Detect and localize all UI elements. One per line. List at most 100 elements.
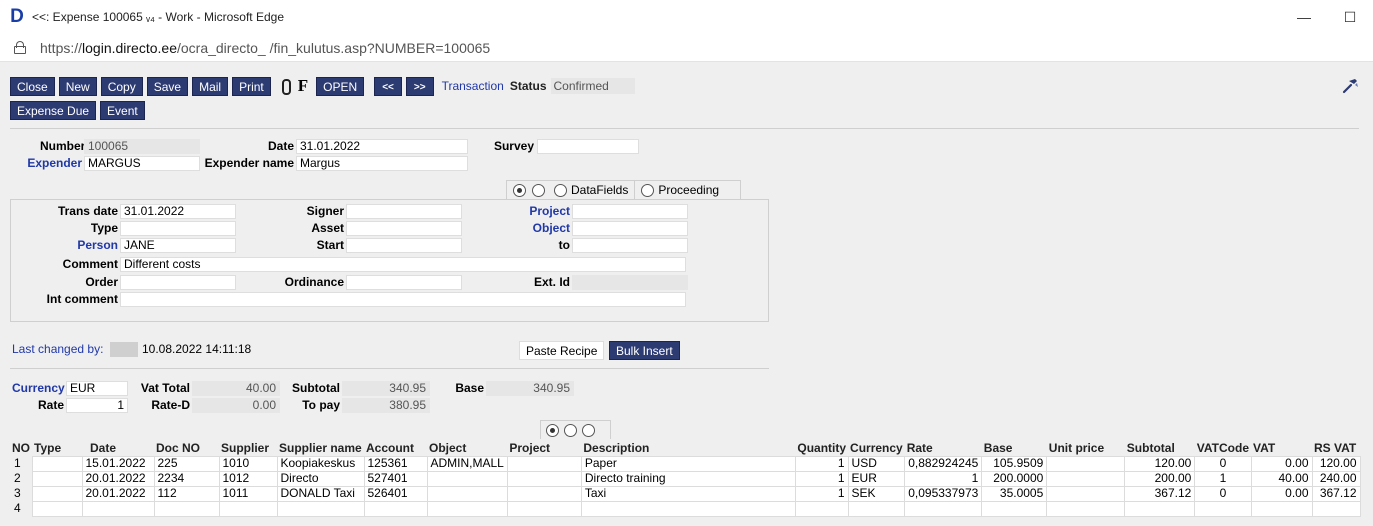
cell-currency[interactable]: SEK [847,485,906,502]
cell-supplier[interactable]: 1011 [218,485,278,502]
maximize-button[interactable]: ☐ [1327,0,1373,34]
ordinance-field[interactable] [346,275,462,290]
asset-field[interactable] [346,221,462,236]
cell-vat[interactable]: 0.00 [1250,485,1313,502]
cell-subtotal[interactable]: 367.12 [1124,485,1196,502]
cell-supplier-name[interactable]: Directo [276,470,365,487]
cell-unit-price[interactable] [1046,470,1126,487]
grid-view-radio-2[interactable] [564,423,577,437]
cell-supplier-name[interactable] [276,500,365,517]
project-field[interactable] [572,204,688,219]
cell-subtotal[interactable]: 120.00 [1124,455,1196,472]
order-field[interactable] [120,275,236,290]
cell-supplier-name[interactable]: DONALD Taxi [276,485,365,502]
cell-unit-price[interactable] [1046,500,1126,517]
cell-vat[interactable] [1250,500,1313,517]
cell-supplier-name[interactable]: Koopiakeskus [276,455,365,472]
start-field[interactable] [346,238,462,253]
cell-quantity[interactable]: 1 [794,485,849,502]
cell-vat[interactable]: 0.00 [1250,455,1313,472]
cell-type[interactable] [31,470,83,487]
cell-object[interactable] [426,485,508,502]
cell-rate[interactable]: 0,882924245 [904,455,983,472]
tab-radio-1[interactable] [513,183,526,197]
cell-account[interactable] [363,500,428,517]
minimize-button[interactable]: — [1281,0,1327,34]
cell-rs-vat[interactable]: 120.00 [1311,455,1361,472]
print-button[interactable]: Print [232,76,271,96]
event-button[interactable]: Event [100,101,145,120]
url-text[interactable]: https://login.directo.ee/ocra_directo_ /… [40,40,490,56]
cell-account[interactable]: 125361 [363,455,428,472]
trans-date-field[interactable]: 31.01.2022 [120,204,236,219]
date-field[interactable]: 31.01.2022 [296,139,468,154]
project-label[interactable]: Project [480,204,570,219]
cell-subtotal[interactable]: 200.00 [1124,470,1196,487]
cell-type[interactable] [31,500,83,517]
cell-currency[interactable]: USD [847,455,906,472]
object-label[interactable]: Object [480,221,570,236]
cell-rs-vat[interactable]: 240.00 [1311,470,1361,487]
cell-rate[interactable]: 0,095337973 [904,485,983,502]
address-bar[interactable]: https://login.directo.ee/ocra_directo_ /… [0,34,1373,62]
cell-date[interactable]: 20.01.2022 [81,485,155,502]
person-field[interactable]: JANE [120,238,236,253]
transaction-link[interactable]: Transaction [442,79,504,93]
cell-rate[interactable] [904,500,983,517]
expender-name-field[interactable]: Margus [296,156,468,171]
cell-description[interactable]: Directo training [580,470,796,487]
bulk-insert-button[interactable]: Bulk Insert [609,341,680,360]
cell-quantity[interactable]: 1 [794,455,849,472]
tab-radio-2[interactable] [532,183,545,197]
comment-field[interactable]: Different costs [120,257,686,272]
cell-supplier[interactable] [218,500,278,517]
cell-type[interactable] [31,455,83,472]
cell-subtotal[interactable] [1124,500,1196,517]
cell-doc-no[interactable]: 2234 [153,470,220,487]
to-field[interactable] [572,238,688,253]
cell-project[interactable] [506,455,582,472]
cell-quantity[interactable]: 1 [794,470,849,487]
cell-base[interactable]: 200.0000 [981,470,1048,487]
signer-field[interactable] [346,204,462,219]
tab-datafields[interactable]: DataFields [571,183,628,197]
mail-button[interactable]: Mail [192,76,229,96]
cell-base[interactable]: 105.9509 [981,455,1048,472]
f-format-icon[interactable]: F [298,76,308,96]
cell-vatcode[interactable]: 0 [1194,455,1252,472]
cell-project[interactable] [506,500,582,517]
cell-currency[interactable]: EUR [847,470,906,487]
cell-object[interactable] [426,470,508,487]
cell-supplier[interactable]: 1010 [218,455,278,472]
expender-field[interactable]: MARGUS [84,156,200,171]
type-field[interactable] [120,221,236,236]
tab-proceeding[interactable]: Proceeding [658,183,719,197]
cell-rs-vat[interactable] [1311,500,1361,517]
cell-unit-price[interactable] [1046,455,1126,472]
cell-object[interactable]: ADMIN,MALL [426,455,508,472]
cell-date[interactable]: 15.01.2022 [81,455,155,472]
cell-doc-no[interactable]: 112 [153,485,220,502]
tab-radio-proceeding[interactable] [641,183,655,197]
copy-button[interactable]: Copy [100,76,143,96]
cell-base[interactable] [981,500,1048,517]
rate-field[interactable]: 1 [66,398,128,413]
paste-recipe-button[interactable]: Paste Recipe [519,341,605,360]
open-button[interactable]: OPEN [316,76,365,96]
cell-doc-no[interactable] [153,500,220,517]
grid-view-radio-1[interactable] [546,423,559,437]
cell-date[interactable] [81,500,155,517]
int-comment-field[interactable] [120,292,686,307]
cell-date[interactable]: 20.01.2022 [81,470,155,487]
attachment-clip-icon[interactable] [277,77,293,95]
next-record-button[interactable]: >> [405,76,434,96]
cell-base[interactable]: 35.0005 [981,485,1048,502]
cell-project[interactable] [506,485,582,502]
save-button[interactable]: Save [146,76,189,96]
cell-doc-no[interactable]: 225 [153,455,220,472]
new-button[interactable]: New [58,76,97,96]
expense-due-button[interactable]: Expense Due [10,101,97,120]
currency-label[interactable]: Currency [12,381,65,396]
cell-account[interactable]: 527401 [363,470,428,487]
cell-description[interactable]: Taxi [580,485,796,502]
